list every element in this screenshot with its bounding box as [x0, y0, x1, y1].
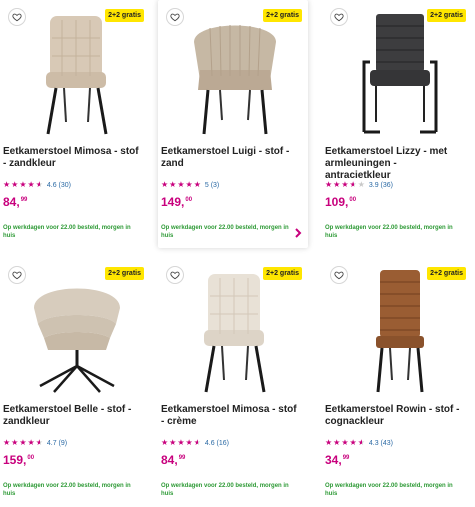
lizzy-chair-image: [362, 14, 438, 134]
rating: ★ ★ ★ ★ ★ 4.6 (16): [161, 438, 229, 448]
star-icon: ★: [177, 438, 185, 447]
star-icon: ★: [357, 438, 365, 447]
product-title[interactable]: Eetkamerstoel Belle - stof - zandkleur: [3, 404, 143, 428]
product-price: 159,00: [3, 453, 34, 467]
star-icon: ★: [349, 438, 357, 447]
rating: ★ ★ ★ ★ ★ 4.3 (43): [325, 438, 393, 448]
product-grid: 2+2 gratis Eetkamerstoel Mimosa - stof -…: [0, 0, 475, 507]
price-main: 34,: [325, 453, 342, 467]
rating: ★ ★ ★ ★ ★ 4.7 (9): [3, 438, 67, 448]
delivery-info: Op werkdagen voor 22.00 besteld, morgen …: [3, 483, 131, 497]
product-price: 109,00: [325, 195, 356, 209]
star-rating: ★ ★ ★ ★ ★: [3, 181, 43, 189]
rating-count[interactable]: 4.3 (43): [369, 440, 393, 447]
star-icon: ★: [19, 438, 27, 447]
product-card[interactable]: 2+2 gratis Eetkamerstoel Rowin - stof - …: [322, 258, 472, 506]
delivery-info: Op werkdagen voor 22.00 besteld, morgen …: [3, 225, 131, 239]
price-cents: 00: [27, 455, 35, 461]
product-card[interactable]: 2+2 gratis Eetkamerstoel Mimosa - stof -…: [158, 258, 308, 506]
product-card[interactable]: 2+2 gratis Eetkamerstoel Belle - stof - …: [0, 258, 150, 506]
delivery-info: Op werkdagen voor 22.00 besteld, morgen …: [325, 225, 453, 239]
price-cents: 99: [178, 455, 186, 461]
product-title[interactable]: Eetkamerstoel Lizzy - met armleuningen -…: [325, 146, 465, 182]
star-icon: ★: [3, 180, 11, 189]
price-cents: 99: [342, 455, 350, 461]
star-icon: ★: [177, 180, 185, 189]
star-icon: ★: [27, 180, 35, 189]
price-cents: 00: [349, 197, 357, 203]
star-icon: ★: [35, 180, 43, 189]
price-cents: 99: [20, 197, 28, 203]
product-image[interactable]: [340, 10, 458, 136]
star-icon: ★: [185, 438, 193, 447]
product-image[interactable]: [176, 10, 294, 136]
product-card[interactable]: 2+2 gratis Eetkamerstoel Lizzy - met arm…: [322, 0, 472, 248]
delivery-info: Op werkdagen voor 22.00 besteld, morgen …: [161, 483, 289, 497]
product-image[interactable]: [176, 268, 294, 394]
rating: ★ ★ ★ ★ ★ 5 (3): [161, 180, 219, 190]
rating-count[interactable]: 4.6 (30): [47, 182, 71, 189]
rating-count[interactable]: 3.9 (36): [369, 182, 393, 189]
rating: ★ ★ ★ ★ ★ 3.9 (36): [325, 180, 393, 190]
star-icon: ★: [11, 438, 19, 447]
star-icon: ★: [11, 180, 19, 189]
star-rating: ★ ★ ★ ★ ★: [161, 181, 201, 189]
product-card[interactable]: 2+2 gratis Eetkamerstoel Luigi - stof - …: [158, 0, 308, 248]
star-icon: ★: [27, 438, 35, 447]
star-icon: ★: [193, 180, 201, 189]
mimosa-chair-image: [204, 274, 266, 393]
delivery-info: Op werkdagen voor 22.00 besteld, morgen …: [325, 483, 453, 497]
star-icon: ★: [333, 438, 341, 447]
product-card[interactable]: 2+2 gratis Eetkamerstoel Mimosa - stof -…: [0, 0, 150, 248]
star-icon: ★: [185, 180, 193, 189]
mimosa-chair-image: [46, 16, 108, 135]
product-price: 84,99: [161, 453, 185, 467]
star-icon: ★: [161, 180, 169, 189]
star-icon: ★: [325, 180, 333, 189]
star-icon: ★: [35, 438, 43, 447]
rating-count[interactable]: 4.7 (9): [47, 440, 67, 447]
star-rating: ★ ★ ★ ★ ★: [325, 181, 365, 189]
product-title[interactable]: Eetkamerstoel Mimosa - stof - zandkleur: [3, 146, 143, 170]
price-main: 159,: [3, 453, 27, 467]
star-rating: ★ ★ ★ ★ ★: [161, 439, 201, 447]
rating-count[interactable]: 4.6 (16): [205, 440, 229, 447]
chevron-right-icon[interactable]: [294, 228, 302, 238]
star-icon: ★: [349, 180, 357, 189]
price-main: 84,: [3, 195, 20, 209]
star-icon: ★: [3, 438, 11, 447]
star-icon: ★: [169, 180, 177, 189]
product-title[interactable]: Eetkamerstoel Rowin - stof - cognackleur: [325, 404, 465, 428]
product-title[interactable]: Eetkamerstoel Mimosa - stof - crème: [161, 404, 301, 428]
luigi-chair-image: [194, 25, 276, 135]
product-title[interactable]: Eetkamerstoel Luigi - stof - zand: [161, 146, 301, 170]
price-main: 149,: [161, 195, 185, 209]
price-main: 109,: [325, 195, 349, 209]
product-price: 149,00: [161, 195, 192, 209]
star-icon: ★: [357, 180, 365, 189]
star-rating: ★ ★ ★ ★ ★: [325, 439, 365, 447]
star-icon: ★: [341, 438, 349, 447]
product-image[interactable]: [18, 268, 136, 394]
rating: ★ ★ ★ ★ ★ 4.6 (30): [3, 180, 71, 190]
star-icon: ★: [19, 180, 27, 189]
star-icon: ★: [333, 180, 341, 189]
star-icon: ★: [161, 438, 169, 447]
star-icon: ★: [193, 438, 201, 447]
price-cents: 00: [185, 197, 193, 203]
star-rating: ★ ★ ★ ★ ★: [3, 439, 43, 447]
star-icon: ★: [341, 180, 349, 189]
delivery-info: Op werkdagen voor 22.00 besteld, morgen …: [161, 225, 289, 239]
rating-count[interactable]: 5 (3): [205, 182, 219, 189]
product-image[interactable]: [340, 268, 458, 394]
belle-chair-image: [34, 288, 120, 393]
star-icon: ★: [325, 438, 333, 447]
star-icon: ★: [169, 438, 177, 447]
product-image[interactable]: [18, 10, 136, 136]
product-price: 34,99: [325, 453, 349, 467]
rowin-chair-image: [376, 270, 424, 393]
price-main: 84,: [161, 453, 178, 467]
product-price: 84,99: [3, 195, 27, 209]
